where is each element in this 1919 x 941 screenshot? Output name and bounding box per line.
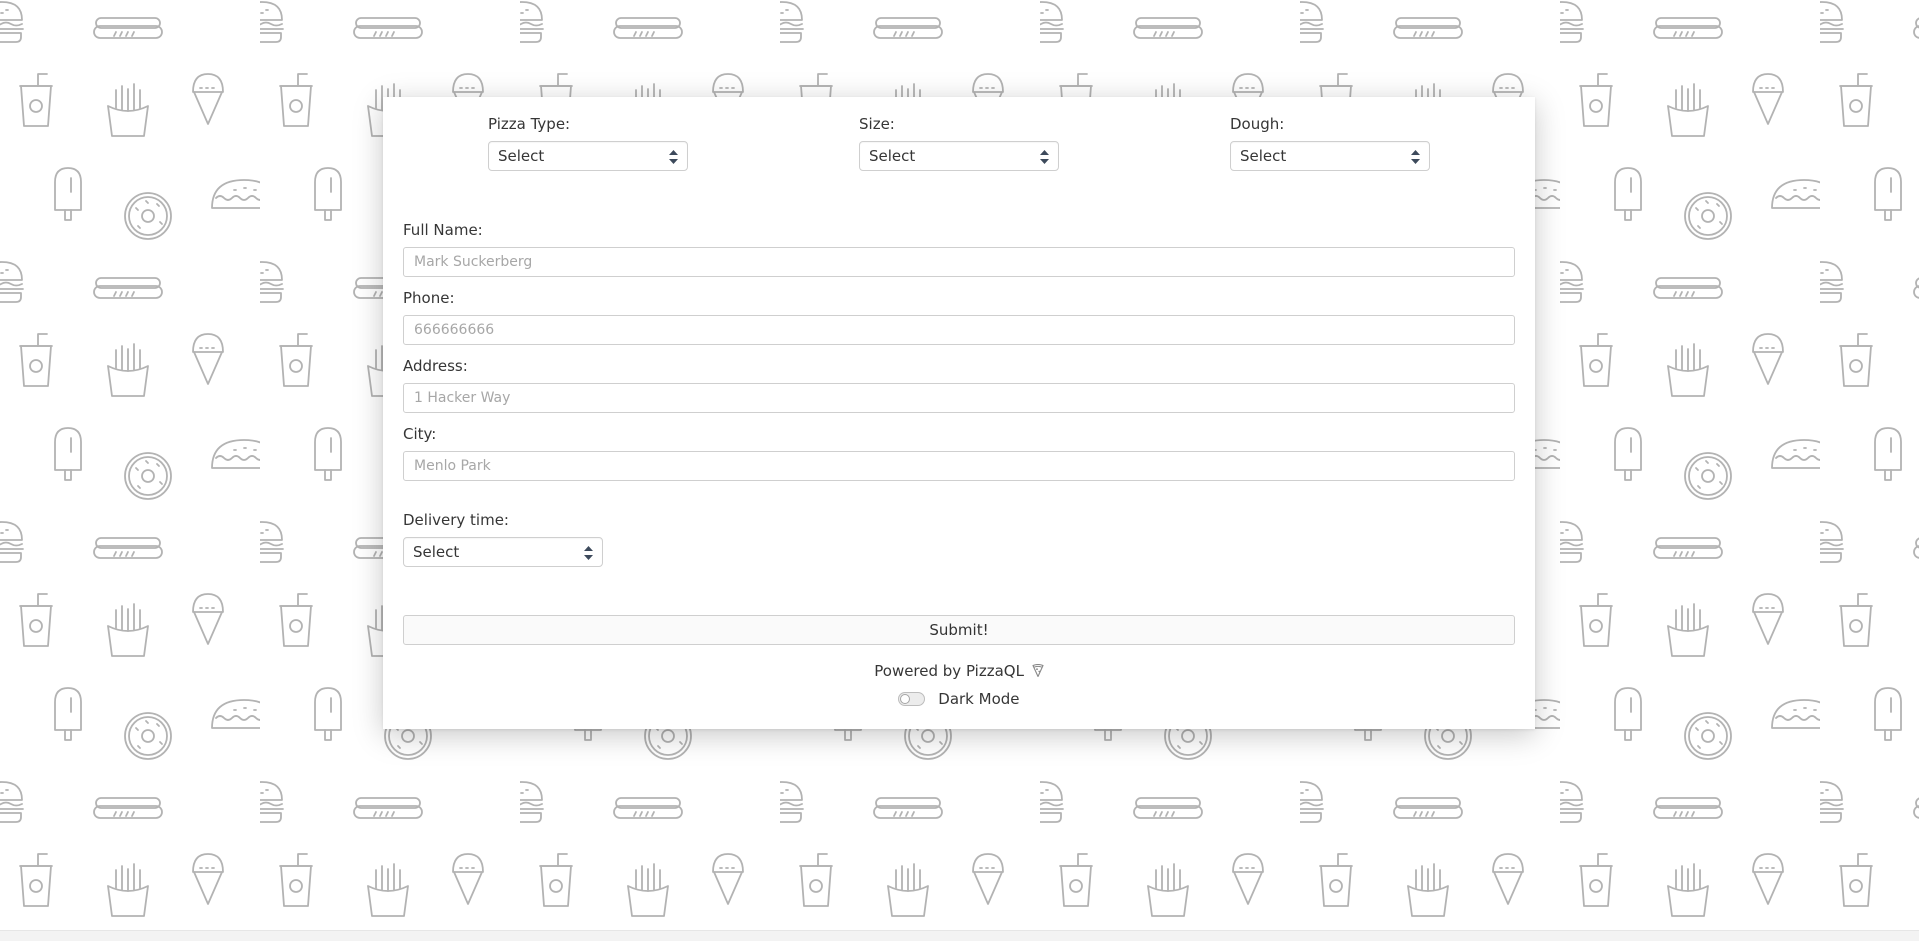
address-input[interactable] — [403, 383, 1515, 413]
delivery-time-select[interactable]: Select — [403, 537, 603, 567]
dark-mode-label: Dark Mode — [938, 690, 1020, 708]
dough-value: Select — [1240, 147, 1287, 165]
delivery-time-label: Delivery time: — [403, 511, 509, 529]
order-form-card: Pizza Type: Select Size: Select Dough: S… — [383, 97, 1535, 729]
dark-mode-row: Dark Mode — [383, 690, 1535, 708]
city-input[interactable] — [403, 451, 1515, 481]
pizza-type-select[interactable]: Select — [488, 141, 688, 171]
powered-by-text: Powered by PizzaQL — [874, 662, 1024, 680]
phone-label: Phone: — [403, 289, 455, 307]
pizza-type-group: Pizza Type: Select — [488, 115, 688, 171]
select-arrows-icon — [1411, 150, 1420, 164]
dark-mode-toggle[interactable] — [898, 692, 926, 706]
submit-button[interactable]: Submit! — [403, 615, 1515, 645]
size-group: Size: Select — [859, 115, 1059, 171]
delivery-time-value: Select — [413, 543, 460, 561]
phone-group: Phone: — [403, 289, 1515, 345]
pizza-options-row: Pizza Type: Select Size: Select Dough: S… — [383, 115, 1535, 175]
select-arrows-icon — [669, 150, 678, 164]
size-select[interactable]: Select — [859, 141, 1059, 171]
pizza-slice-icon — [1032, 664, 1044, 677]
size-value: Select — [869, 147, 916, 165]
phone-input[interactable] — [403, 315, 1515, 345]
pizza-type-label: Pizza Type: — [488, 115, 571, 133]
delivery-time-group: Delivery time: Select — [403, 511, 603, 567]
dough-select[interactable]: Select — [1230, 141, 1430, 171]
bottom-edge — [0, 930, 1919, 941]
address-group: Address: — [403, 357, 1515, 413]
powered-by: Powered by PizzaQL — [383, 662, 1535, 680]
city-label: City: — [403, 425, 437, 443]
dough-group: Dough: Select — [1230, 115, 1430, 171]
select-arrows-icon — [584, 546, 593, 560]
full-name-label: Full Name: — [403, 221, 483, 239]
pizza-type-value: Select — [498, 147, 545, 165]
city-group: City: — [403, 425, 1515, 481]
full-name-input[interactable] — [403, 247, 1515, 277]
size-label: Size: — [859, 115, 895, 133]
toggle-knob — [900, 694, 911, 704]
address-label: Address: — [403, 357, 468, 375]
select-arrows-icon — [1040, 150, 1049, 164]
dough-label: Dough: — [1230, 115, 1285, 133]
full-name-group: Full Name: — [403, 221, 1515, 277]
